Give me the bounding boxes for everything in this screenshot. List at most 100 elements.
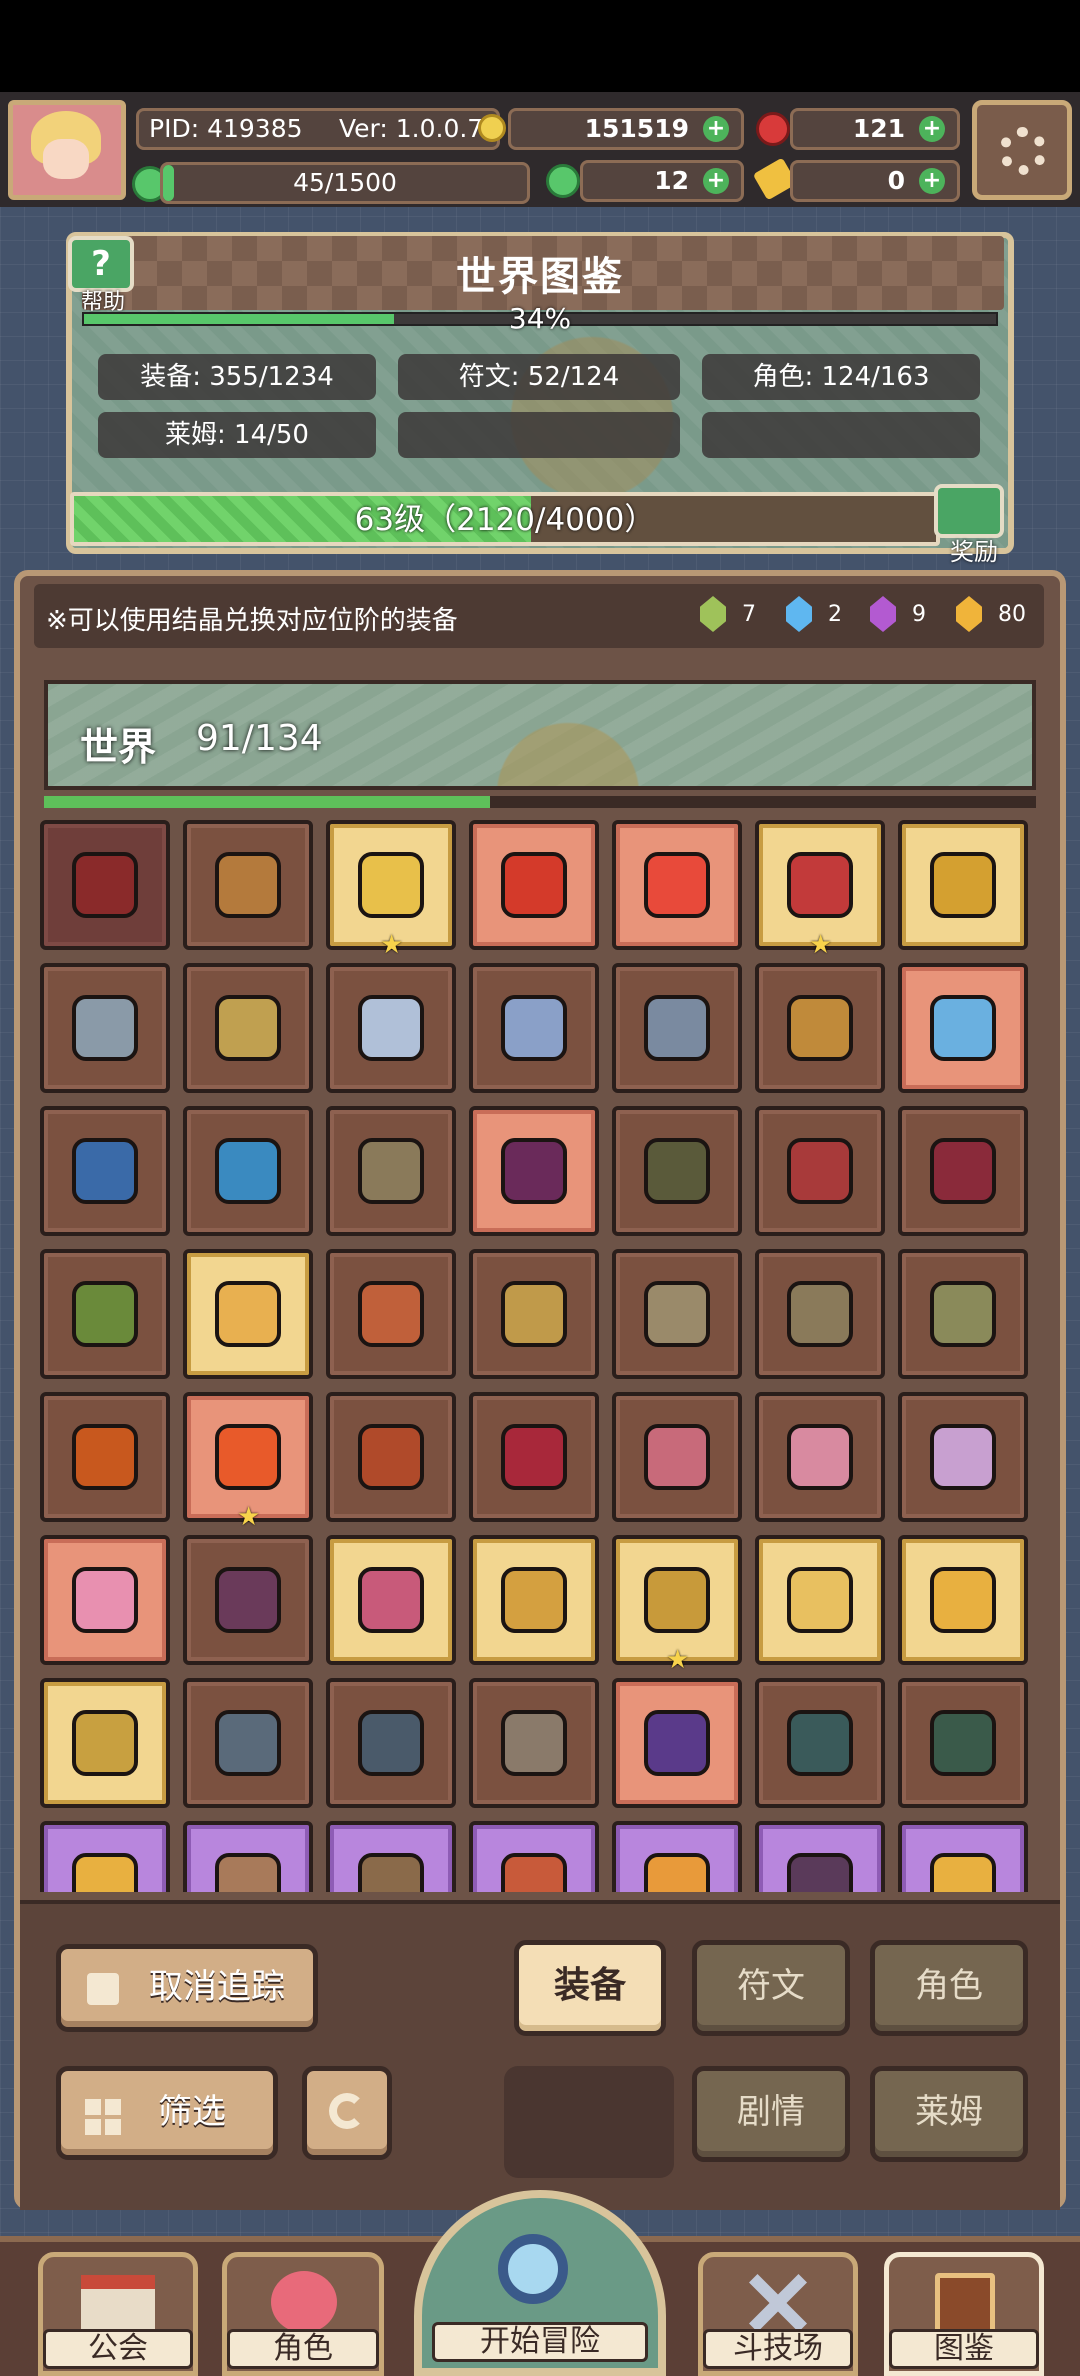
equipment-cell[interactable] xyxy=(183,1821,313,1892)
equipment-item-icon xyxy=(72,1424,138,1490)
nav-codex[interactable]: 图鉴 xyxy=(884,2252,1044,2376)
equipment-cell[interactable] xyxy=(326,963,456,1093)
equipment-cell[interactable] xyxy=(183,1106,313,1236)
equipment-cell[interactable] xyxy=(469,1249,599,1379)
equipment-cell[interactable] xyxy=(755,1678,885,1808)
equipment-item-icon xyxy=(787,1853,853,1892)
clover-value: 12 xyxy=(654,166,689,195)
equipment-cell[interactable] xyxy=(40,1535,170,1665)
equipment-cell[interactable] xyxy=(326,1249,456,1379)
equipment-item-icon xyxy=(644,1424,710,1490)
equipment-cell[interactable] xyxy=(40,820,170,950)
equipment-cell[interactable] xyxy=(469,1392,599,1522)
equipment-cell[interactable] xyxy=(40,1106,170,1236)
tab-rune[interactable]: 符文 xyxy=(692,1940,850,2036)
tab-character[interactable]: 角色 xyxy=(870,1940,1028,2036)
world-section-banner[interactable] xyxy=(44,680,1036,790)
reward-icon xyxy=(934,484,1004,538)
equipment-cell[interactable] xyxy=(469,963,599,1093)
equipment-cell[interactable]: ★ xyxy=(612,1535,742,1675)
equipment-cell[interactable] xyxy=(612,1392,742,1522)
equipment-item-icon xyxy=(215,1567,281,1633)
equipment-cell[interactable] xyxy=(183,1249,313,1379)
equipment-cell[interactable] xyxy=(326,1821,456,1892)
filter-label: 筛选 xyxy=(158,2092,226,2132)
equipment-cell[interactable] xyxy=(326,1392,456,1522)
stat-equipment: 装备: 355/1234 xyxy=(98,354,376,400)
equipment-cell[interactable] xyxy=(898,1249,1028,1379)
equipment-cell[interactable]: ★ xyxy=(755,820,885,960)
equipment-cell[interactable] xyxy=(469,1678,599,1808)
player-avatar[interactable] xyxy=(8,100,126,200)
tab-equipment[interactable]: 装备 xyxy=(514,1940,666,2036)
untrack-button[interactable]: 取消追踪 xyxy=(56,1944,318,2032)
equipment-cell[interactable] xyxy=(40,1821,170,1892)
add-gold-plus-icon[interactable]: + xyxy=(703,116,729,142)
equipment-cell[interactable] xyxy=(40,963,170,1093)
nav-start-adventure[interactable]: 开始冒险 xyxy=(414,2190,666,2376)
equipment-cell[interactable]: ★ xyxy=(183,1392,313,1532)
settings-button[interactable] xyxy=(972,100,1072,200)
equipment-cell[interactable] xyxy=(612,1821,742,1892)
filter-button[interactable]: 筛选 xyxy=(56,2066,278,2160)
add-clover-plus-icon[interactable]: + xyxy=(703,168,729,194)
tab-slime[interactable]: 莱姆 xyxy=(870,2066,1028,2162)
tab-story[interactable]: 剧情 xyxy=(692,2066,850,2162)
equipment-cell[interactable] xyxy=(898,1535,1028,1665)
gold-crystal-count: 80 xyxy=(998,602,1026,627)
equipment-cell[interactable] xyxy=(755,1392,885,1522)
equipment-cell[interactable] xyxy=(183,1535,313,1665)
equipment-cell[interactable] xyxy=(469,1106,599,1236)
equipment-item-icon xyxy=(930,1853,996,1892)
equipment-item-icon xyxy=(930,1567,996,1633)
equipment-cell[interactable] xyxy=(755,1535,885,1665)
equipment-cell[interactable] xyxy=(898,1821,1028,1892)
stat-rune: 符文: 52/124 xyxy=(398,354,680,400)
equipment-cell[interactable] xyxy=(612,1678,742,1808)
equipment-cell[interactable] xyxy=(40,1249,170,1379)
equipment-cell[interactable] xyxy=(755,963,885,1093)
equipment-cell[interactable] xyxy=(326,1678,456,1808)
equipment-cell[interactable] xyxy=(898,1392,1028,1522)
add-gem-plus-icon[interactable]: + xyxy=(919,116,945,142)
equipment-cell[interactable] xyxy=(755,1249,885,1379)
equipment-cell[interactable] xyxy=(183,1678,313,1808)
equipment-cell[interactable]: ★ xyxy=(326,820,456,960)
equipment-cell[interactable] xyxy=(612,820,742,950)
nav-arena-label: 斗技场 xyxy=(703,2329,853,2369)
equipment-item-icon xyxy=(501,995,567,1061)
equipment-item-icon xyxy=(358,1281,424,1347)
reward-button[interactable]: 奖励 xyxy=(934,484,1014,566)
equipment-cell[interactable] xyxy=(326,1535,456,1665)
equipment-cell[interactable] xyxy=(612,1249,742,1379)
equipment-cell[interactable] xyxy=(326,1106,456,1236)
equipment-cell[interactable] xyxy=(898,820,1028,950)
nav-guild-label: 公会 xyxy=(43,2329,193,2369)
equipment-cell[interactable] xyxy=(469,820,599,950)
equipment-cell[interactable] xyxy=(898,1678,1028,1808)
help-button[interactable]: ? 帮助 xyxy=(68,236,138,316)
thumbs-up-icon xyxy=(87,1973,119,2005)
equipment-cell[interactable] xyxy=(40,1678,170,1808)
equipment-item-icon xyxy=(930,852,996,918)
refresh-button[interactable] xyxy=(302,2066,392,2160)
equipment-cell[interactable] xyxy=(183,963,313,1093)
equipment-cell[interactable] xyxy=(755,1821,885,1892)
equipment-cell[interactable] xyxy=(469,1535,599,1665)
info-pill: PID: 419385 Ver: 1.0.0.7 xyxy=(136,108,500,150)
equipment-cell[interactable] xyxy=(40,1392,170,1522)
key-value: 0 xyxy=(887,166,905,195)
equipment-cell[interactable] xyxy=(612,963,742,1093)
add-key-plus-icon[interactable]: + xyxy=(919,168,945,194)
equipment-cell[interactable] xyxy=(755,1106,885,1236)
equipment-cell[interactable] xyxy=(183,820,313,950)
equipment-cell[interactable] xyxy=(469,1821,599,1892)
nav-arena[interactable]: 斗技场 xyxy=(698,2252,858,2376)
equipment-cell[interactable] xyxy=(612,1106,742,1236)
equipment-cell[interactable] xyxy=(898,1106,1028,1236)
equipment-item-icon xyxy=(930,1138,996,1204)
nav-character[interactable]: 角色 xyxy=(222,2252,384,2376)
clover-icon xyxy=(546,164,580,198)
nav-guild[interactable]: 公会 xyxy=(38,2252,198,2376)
equipment-cell[interactable] xyxy=(898,963,1028,1093)
